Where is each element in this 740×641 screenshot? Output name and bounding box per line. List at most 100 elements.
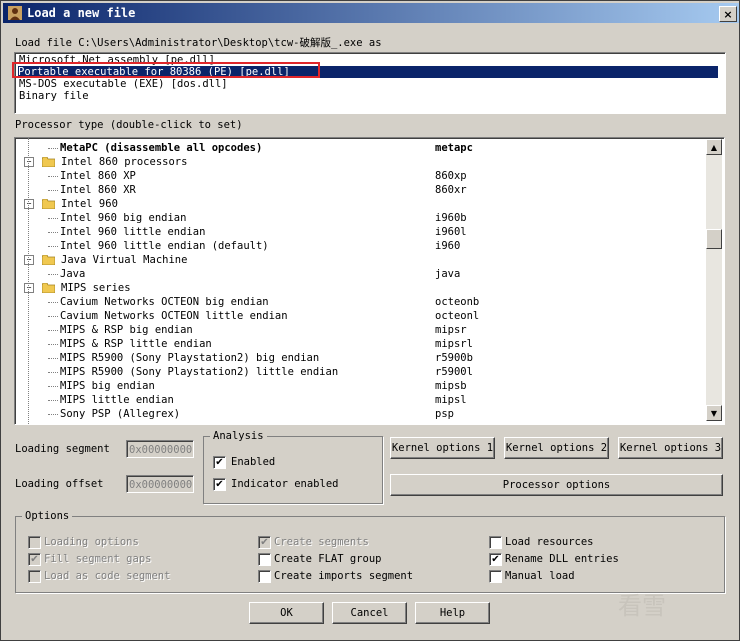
option-label: Manual load [505, 570, 575, 582]
option-checkbox[interactable] [28, 570, 41, 583]
options-group-title: Options [22, 510, 73, 522]
tree-item-row[interactable]: Cavium Networks OCTEON big endian octeonb [15, 295, 705, 309]
checkmark-icon: ✔ [30, 554, 39, 565]
processor-options-button[interactable]: Processor options [390, 474, 723, 496]
processor-code: mipsb [435, 380, 467, 392]
tree-item-row[interactable]: MIPS & RSP big endian mipsr [15, 323, 705, 337]
processor-type-label: Processor type (double-click to set) [15, 119, 243, 131]
processor-code: psp [435, 408, 454, 420]
analysis-enabled-label: Enabled [231, 456, 276, 468]
loading-offset-field[interactable]: 0x00000000 [126, 475, 194, 493]
tree-connector [48, 316, 58, 317]
processor-code: r5900b [435, 352, 473, 364]
tree-item-row[interactable]: Java java [15, 267, 705, 281]
tree-item-row[interactable]: Intel 860 XP 860xp [15, 169, 705, 183]
tree-item-row[interactable]: Intel 860 XR 860xr [15, 183, 705, 197]
option-checkbox[interactable] [258, 553, 271, 566]
title-bar[interactable]: Load a new file × [3, 3, 739, 23]
tree-item-row[interactable]: Cavium Networks OCTEON little endian octe… [15, 309, 705, 323]
processor-code: i960 [435, 240, 461, 252]
kernel-options-1-button[interactable]: Kernel options 1 [390, 437, 495, 459]
option-checkbox[interactable]: ✔ [489, 553, 502, 566]
option-label: Create imports segment [274, 570, 414, 582]
folder-icon [42, 157, 55, 167]
scroll-down-button[interactable]: ▼ [706, 405, 722, 421]
processor-name: MIPS series [61, 282, 131, 294]
processor-scrollbar[interactable]: ▲ ▼ [706, 139, 722, 421]
collapse-icon[interactable]: − [24, 255, 34, 265]
processor-name: MIPS R5900 (Sony Playstation2) big endia… [60, 352, 320, 364]
option-label: Load resources [505, 536, 594, 548]
tree-folder-row[interactable]: − Intel 960 [15, 197, 705, 211]
loading-segment-field[interactable]: 0x00000000 [126, 440, 194, 458]
kernel-options-2-button[interactable]: Kernel options 2 [504, 437, 609, 459]
collapse-icon[interactable]: − [24, 157, 34, 167]
processor-name: MIPS little endian [60, 394, 174, 406]
processor-name: Cavium Networks OCTEON big endian [60, 296, 269, 308]
checkmark-icon: ✔ [260, 537, 269, 548]
tree-item-row[interactable]: Intel 960 little endian (default) i960 [15, 239, 705, 253]
option-checkbox[interactable] [28, 536, 41, 549]
loading-offset-label: Loading offset [15, 478, 104, 490]
tree-item-row[interactable]: Intel 960 little endian i960l [15, 225, 705, 239]
tree-item-row[interactable]: MIPS little endian mipsl [15, 393, 705, 407]
collapse-icon[interactable]: − [24, 199, 34, 209]
tree-item-row[interactable]: Sony PSP (Allegrex) psp [15, 407, 705, 421]
loading-segment-label: Loading segment [15, 443, 110, 455]
processor-name: Intel 960 little endian [60, 226, 206, 238]
scroll-up-button[interactable]: ▲ [706, 139, 722, 155]
option-checkbox[interactable]: ✔ [258, 536, 271, 549]
file-type-item[interactable]: MS-DOS executable (EXE) [dos.dll] [19, 78, 228, 90]
option-checkbox[interactable]: ✔ [28, 553, 41, 566]
tree-folder-row[interactable]: − Intel 860 processors [15, 155, 705, 169]
tree-connector [48, 344, 58, 345]
tree-item-row[interactable]: MIPS big endian mipsb [15, 379, 705, 393]
file-type-item[interactable]: Binary file [19, 90, 89, 102]
processor-name: MIPS R5900 (Sony Playstation2) little en… [60, 366, 339, 378]
tree-connector [48, 372, 58, 373]
tree-connector [48, 176, 58, 177]
tree-item-row[interactable]: MIPS R5900 (Sony Playstation2) little en… [15, 365, 705, 379]
kernel-options-3-button[interactable]: Kernel options 3 [618, 437, 723, 459]
tree-connector [48, 218, 58, 219]
processor-code: i960l [435, 226, 467, 238]
processor-code: metapc [435, 142, 473, 154]
close-icon: × [723, 7, 733, 21]
close-button[interactable]: × [719, 6, 737, 22]
folder-icon [42, 199, 55, 209]
option-checkbox[interactable] [258, 570, 271, 583]
option-checkbox[interactable] [489, 570, 502, 583]
tree-connector [48, 302, 58, 303]
processor-name: MIPS & RSP big endian [60, 324, 193, 336]
processor-name: Intel 960 little endian (default) [60, 240, 269, 252]
folder-icon [42, 255, 55, 265]
processor-name: Cavium Networks OCTEON little endian [60, 310, 288, 322]
tree-item-row[interactable]: MIPS & RSP little endian mipsrl [15, 337, 705, 351]
processor-name: Java Virtual Machine [61, 254, 188, 266]
watermark-logo: 看雪 [618, 592, 666, 620]
checkmark-icon: ✔ [215, 457, 224, 468]
tree-item-row[interactable]: MetaPC (disassemble all opcodes) metapc [15, 141, 705, 155]
processor-code: 860xr [435, 184, 467, 196]
cancel-button[interactable]: Cancel [332, 602, 407, 624]
processor-tree[interactable]: MetaPC (disassemble all opcodes) metapc − I… [14, 137, 725, 425]
down-arrow-icon: ▼ [710, 408, 718, 418]
tree-item-row[interactable]: Intel 960 big endian i960b [15, 211, 705, 225]
ok-button[interactable]: OK [249, 602, 324, 624]
processor-name: Intel 860 processors [61, 156, 188, 168]
help-button[interactable]: Help [415, 602, 490, 624]
tree-folder-row[interactable]: − Java Virtual Machine [15, 253, 705, 267]
option-label: Fill segment gaps [44, 553, 152, 565]
highlight-annotation [12, 62, 320, 78]
collapse-icon[interactable]: − [24, 283, 34, 293]
indicator-enabled-checkbox[interactable]: ✔ [213, 478, 226, 491]
load-file-label: Load file C:\Users\Administrator\Desktop… [15, 37, 382, 49]
tree-connector [48, 414, 58, 415]
analysis-enabled-checkbox[interactable]: ✔ [213, 456, 226, 469]
tree-item-row[interactable]: MIPS R5900 (Sony Playstation2) big endia… [15, 351, 705, 365]
tree-folder-row[interactable]: − MIPS series [15, 281, 705, 295]
processor-code: r5900l [435, 366, 473, 378]
tree-guide [28, 138, 29, 424]
option-checkbox[interactable] [489, 536, 502, 549]
scroll-thumb[interactable] [706, 229, 722, 249]
